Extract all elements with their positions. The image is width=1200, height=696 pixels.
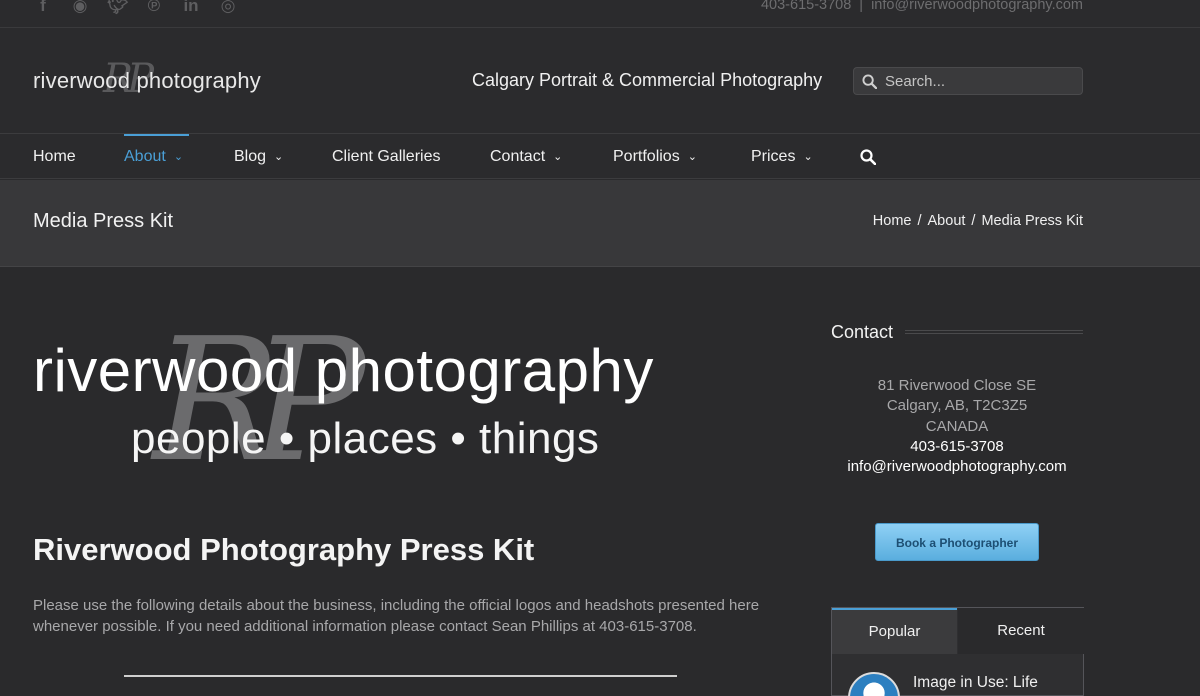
nav-label: Home	[33, 148, 76, 165]
address-line: 81 Riverwood Close SE	[877, 377, 1037, 394]
tab-popular[interactable]: Popular	[832, 608, 957, 654]
nav-item-about[interactable]: About ⌄	[124, 134, 189, 179]
nav-label: Client Galleries	[332, 148, 441, 165]
hero-brand: riverwood photography	[33, 337, 654, 404]
press-kit-heading: Riverwood Photography Press Kit	[33, 532, 535, 567]
search-input[interactable]	[885, 72, 1075, 90]
breadcrumb-separator: /	[971, 213, 976, 229]
nav-item-home[interactable]: Home	[33, 134, 76, 179]
nav-item-blog[interactable]: Blog ⌄	[234, 134, 283, 179]
top-bar: f ◉ 🐦︎ ℗ in ◎ 403-615-3708 | info@riverwoo…	[0, 0, 1200, 28]
nav-label: Blog	[234, 148, 267, 165]
sidebar-phone[interactable]: 403-615-3708	[831, 437, 1083, 457]
nav-item-prices[interactable]: Prices ⌄	[751, 134, 813, 179]
book-photographer-button[interactable]: Book a Photographer	[875, 523, 1039, 561]
breadcrumb-home[interactable]: Home	[873, 213, 912, 229]
nav-label: Contact	[490, 148, 546, 165]
nav-item-client-galleries[interactable]: Client Galleries	[332, 134, 440, 179]
social-links: f ◉ 🐦︎ ℗ in ◎	[33, 0, 238, 16]
search-icon	[860, 149, 877, 166]
sidebar-email[interactable]: info@riverwoodphotography.com	[831, 457, 1083, 477]
header-search	[853, 67, 1083, 95]
site-header: RP riverwood photography Calgary Portrai…	[0, 28, 1200, 134]
chevron-down-icon: ⌄	[687, 151, 697, 163]
breadcrumb: Home / About / Media Press Kit	[873, 213, 1083, 229]
facebook-icon[interactable]: f	[33, 0, 53, 16]
breadcrumb-about[interactable]: About	[928, 213, 966, 229]
linkedin-icon[interactable]: in	[181, 0, 201, 16]
breadcrumb-current: Media Press Kit	[981, 213, 1083, 229]
chevron-down-icon: ⌄	[553, 151, 563, 163]
instagram-icon[interactable]: ◎	[218, 0, 238, 16]
post-thumbnail[interactable]	[848, 672, 900, 696]
address-line: Calgary, AB, T2C3Z5	[886, 397, 1028, 415]
site-tagline: Calgary Portrait & Commercial Photograph…	[472, 70, 823, 90]
posts-tabs-widget: Popular Recent Image in Use: Life	[831, 607, 1084, 696]
top-separator: |	[859, 0, 864, 13]
nav-item-contact[interactable]: Contact ⌄	[490, 134, 562, 179]
search-icon	[862, 73, 877, 89]
tab-recent[interactable]: Recent	[958, 608, 1084, 654]
sidebar-title-divider	[905, 330, 1083, 334]
post-title[interactable]: Image in Use: Life	[913, 674, 1038, 692]
top-contact: 403-615-3708 | info@riverwoodphotography.c…	[761, 0, 1083, 13]
hero-logo-image: RP riverwood photography people • places…	[33, 306, 773, 496]
logo-text: riverwood photography	[33, 68, 262, 93]
nav-item-portfolios[interactable]: Portfolios ⌄	[613, 134, 697, 179]
page-title-bar: Media Press Kit Home / About / Media Press K…	[0, 180, 1200, 267]
pinterest-icon[interactable]: ℗	[144, 0, 164, 16]
chevron-down-icon: ⌄	[173, 151, 184, 163]
sidebar-address: 81 Riverwood Close SE Calgary, AB, T2C3Z…	[831, 376, 1083, 477]
twitter-icon[interactable]: 🐦︎	[107, 0, 129, 16]
press-kit-intro: Please use the following details about t…	[33, 597, 760, 635]
chevron-down-icon: ⌄	[803, 151, 813, 163]
main-nav: Home About ⌄ Blog ⌄ Client Galleries Conta…	[0, 134, 1200, 179]
nav-search-button[interactable]	[860, 149, 877, 166]
chevron-down-icon: ⌄	[274, 151, 284, 163]
content-divider	[124, 675, 677, 677]
sidebar-contact-title: Contact	[831, 322, 894, 342]
rss-icon[interactable]: ◉	[70, 0, 90, 16]
top-email[interactable]: info@riverwoodphotography.com	[871, 0, 1083, 13]
nav-label: Portfolios	[613, 148, 680, 165]
breadcrumb-separator: /	[917, 213, 922, 229]
hero-subline: people • places • things	[131, 414, 600, 463]
site-logo[interactable]: RP riverwood photography	[33, 56, 293, 108]
page-title: Media Press Kit	[33, 210, 174, 232]
top-phone[interactable]: 403-615-3708	[761, 0, 851, 13]
address-line: CANADA	[925, 417, 989, 435]
nav-label: About	[124, 148, 166, 165]
nav-label: Prices	[751, 148, 796, 165]
